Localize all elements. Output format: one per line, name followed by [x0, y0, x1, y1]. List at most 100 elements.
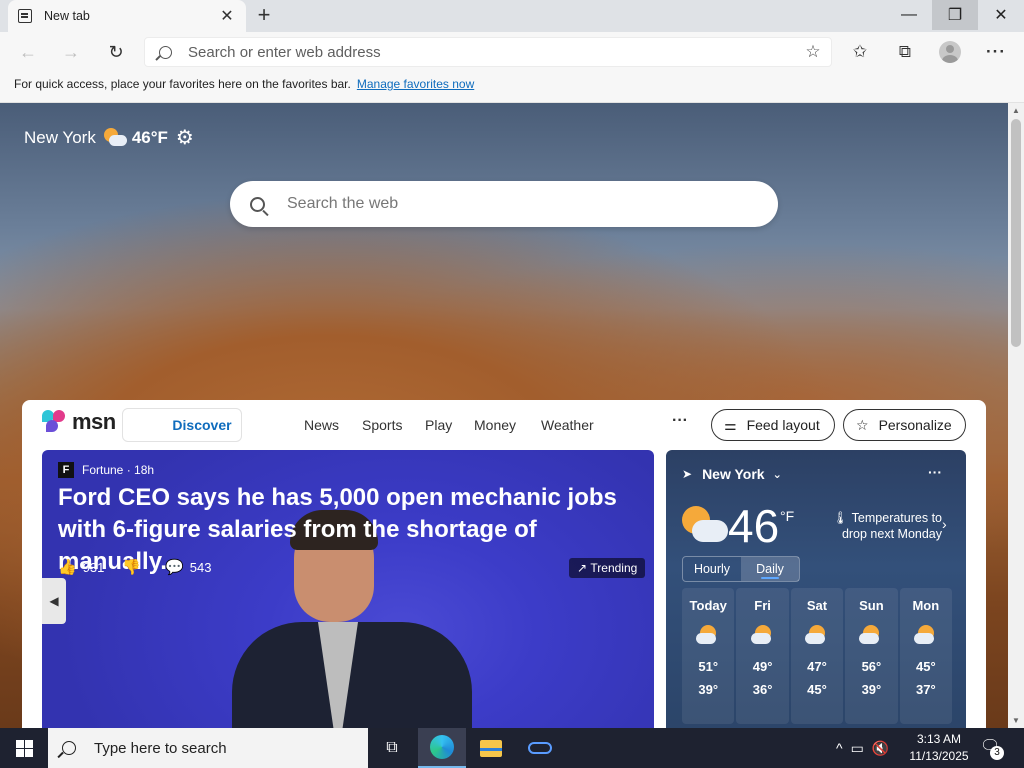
settings-and-more-button[interactable]: ··· [981, 38, 1011, 66]
thermometer-icon: 🌡 [832, 511, 849, 525]
taskbar-clock[interactable]: 3:13 AM 11/13/2025 [906, 731, 972, 765]
msn-feed-panel: msn Discover News Sports Play Money Weat… [22, 400, 986, 728]
minimize-button[interactable]: — [886, 0, 932, 30]
partly-cloudy-icon [750, 625, 775, 645]
tab-hourly[interactable]: Hourly [683, 557, 741, 581]
weather-city: New York [24, 127, 96, 147]
newtab-page-icon [18, 9, 32, 23]
forecast-day[interactable]: Today 51° 39° [682, 588, 735, 724]
nav-sports[interactable]: Sports [362, 417, 402, 433]
feed-layout-button[interactable]: ⚌ Feed layout [711, 409, 835, 441]
start-button[interactable] [0, 728, 48, 768]
new-tab-button[interactable]: + [252, 4, 276, 28]
tab-new-tab[interactable]: New tab ✕ [8, 0, 246, 32]
msn-logo[interactable]: msn [42, 409, 116, 435]
nav-play[interactable]: Play [425, 417, 452, 433]
web-search-placeholder: Search the web [287, 195, 399, 212]
taskbar-app-edge[interactable] [418, 728, 466, 768]
web-search-box[interactable]: Search the web [230, 181, 778, 227]
reload-button[interactable]: ↻ [102, 38, 130, 66]
favorites-bar: For quick access, place your favorites h… [0, 72, 1024, 103]
day-low: 36° [752, 682, 773, 697]
taskbar-app-file-explorer[interactable] [467, 728, 515, 768]
chevron-down-icon: ⌄ [772, 468, 782, 481]
weather-summary[interactable]: New York 46°F ⚙ [24, 125, 194, 150]
thumbs-up-icon[interactable]: 👍 [58, 558, 77, 576]
address-bar[interactable]: Search or enter web address ☆ [144, 37, 832, 67]
clock-time: 3:13 AM [916, 732, 962, 746]
close-window-button[interactable]: ✕ [978, 0, 1024, 30]
story-reactions: 👍 931 👎 💬 543 [58, 558, 229, 576]
address-placeholder: Search or enter web address [188, 43, 381, 61]
hero-story-card[interactable]: F Fortune · 18h Ford CEO says he has 5,0… [42, 450, 654, 728]
nav-more-button[interactable]: ··· [672, 412, 688, 430]
edge-browser-icon [430, 735, 454, 759]
nav-weather[interactable]: Weather [541, 417, 594, 433]
favorites-button[interactable]: ✩ [845, 38, 875, 66]
restore-button[interactable]: ❐ [932, 0, 978, 30]
taskbar-search-placeholder: Type here to search [94, 739, 227, 757]
thumbs-down-icon[interactable]: 👎 [122, 558, 141, 576]
scroll-up-arrow-icon[interactable]: ▲ [1012, 106, 1020, 115]
clock-date: 11/13/2025 [909, 749, 969, 763]
browser-toolbar: ← → ↻ Search or enter web address ☆ ✩ ⧉ … [0, 32, 1024, 72]
personalize-button[interactable]: ☆ Personalize [843, 409, 966, 441]
tab-title: New tab [44, 9, 90, 23]
trending-badge: ↗ Trending [569, 558, 646, 578]
manage-favorites-link[interactable]: Manage favorites now [357, 77, 474, 91]
nav-money[interactable]: Money [474, 417, 516, 433]
day-high: 51° [698, 659, 719, 674]
sliders-icon: ⚌ [724, 416, 737, 433]
forecast-day[interactable]: Mon 45° 37° [899, 588, 953, 724]
tab-daily[interactable]: Daily [741, 557, 799, 581]
page-settings-gear-icon[interactable]: ⚙ [176, 125, 194, 150]
nav-news[interactable]: News [304, 417, 339, 433]
network-icon[interactable]: ▭ [851, 740, 864, 757]
forecast-day[interactable]: Sun 56° 39° [845, 588, 898, 724]
collections-button[interactable]: ⧉ [890, 38, 920, 66]
windows-taskbar: Type here to search ⧉ ^ ▭ 🔇 3:13 AM 11/1… [0, 728, 1024, 768]
taskbar-app-pinned[interactable] [516, 728, 564, 768]
scrollbar-thumb[interactable] [1011, 119, 1021, 347]
profile-button[interactable] [935, 38, 965, 66]
weather-location[interactable]: ➤ New York ⌄ [682, 466, 782, 482]
partly-cloudy-icon [696, 625, 720, 645]
search-icon [62, 741, 76, 755]
day-name: Fri [754, 598, 771, 613]
notification-center-button[interactable]: 🗨 3 [980, 736, 1006, 760]
comment-icon[interactable]: 💬 [165, 558, 184, 576]
volume-muted-icon[interactable]: 🔇 [872, 740, 889, 757]
forecast-tabs: Hourly Daily [682, 556, 800, 582]
forecast-day[interactable]: Fri 49° 36° [736, 588, 789, 724]
day-name: Sun [859, 598, 884, 613]
weather-card[interactable]: ➤ New York ⌄ ··· 46 °F 🌡 Temperatures to… [666, 450, 966, 728]
weather-alert[interactable]: 🌡 Temperatures to drop next Monday [830, 510, 942, 542]
day-low: 37° [915, 682, 936, 697]
taskbar-search-box[interactable]: Type here to search [48, 728, 368, 768]
story-source-label: Fortune · 18h [82, 463, 155, 477]
day-name: Mon [912, 598, 940, 613]
system-tray: ^ ▭ 🔇 [836, 728, 897, 768]
show-hidden-icons-chevron-icon[interactable]: ^ [836, 740, 843, 756]
task-view-button[interactable]: ⧉ [368, 728, 416, 768]
chevron-right-icon[interactable]: › [942, 516, 947, 532]
forward-button[interactable]: → [57, 38, 85, 66]
title-bar: New tab ✕ + — ❐ ✕ [0, 0, 1024, 32]
day-high: 47° [807, 659, 827, 674]
back-button[interactable]: ← [14, 38, 42, 66]
forecast-day[interactable]: Sat 47° 45° [790, 588, 844, 724]
fortune-logo-icon: F [58, 462, 74, 478]
day-low: 45° [807, 682, 827, 697]
partly-cloudy-icon [859, 625, 883, 645]
add-favorite-star-icon[interactable]: ☆ [795, 42, 831, 62]
weather-more-button[interactable]: ··· [928, 464, 942, 480]
scroll-down-arrow-icon[interactable]: ▼ [1012, 716, 1020, 725]
weather-location-label: New York [702, 466, 765, 482]
tab-discover[interactable]: Discover [122, 408, 242, 442]
day-high: 49° [752, 659, 773, 674]
tab-close-icon[interactable]: ✕ [218, 6, 236, 26]
carousel-previous-button[interactable]: ◀ [42, 578, 66, 624]
like-count: 931 [82, 559, 105, 575]
new-tab-page: New York 46°F ⚙ Search the web msn Disco… [0, 103, 1008, 728]
page-scrollbar[interactable]: ▲ ▼ [1008, 103, 1024, 728]
